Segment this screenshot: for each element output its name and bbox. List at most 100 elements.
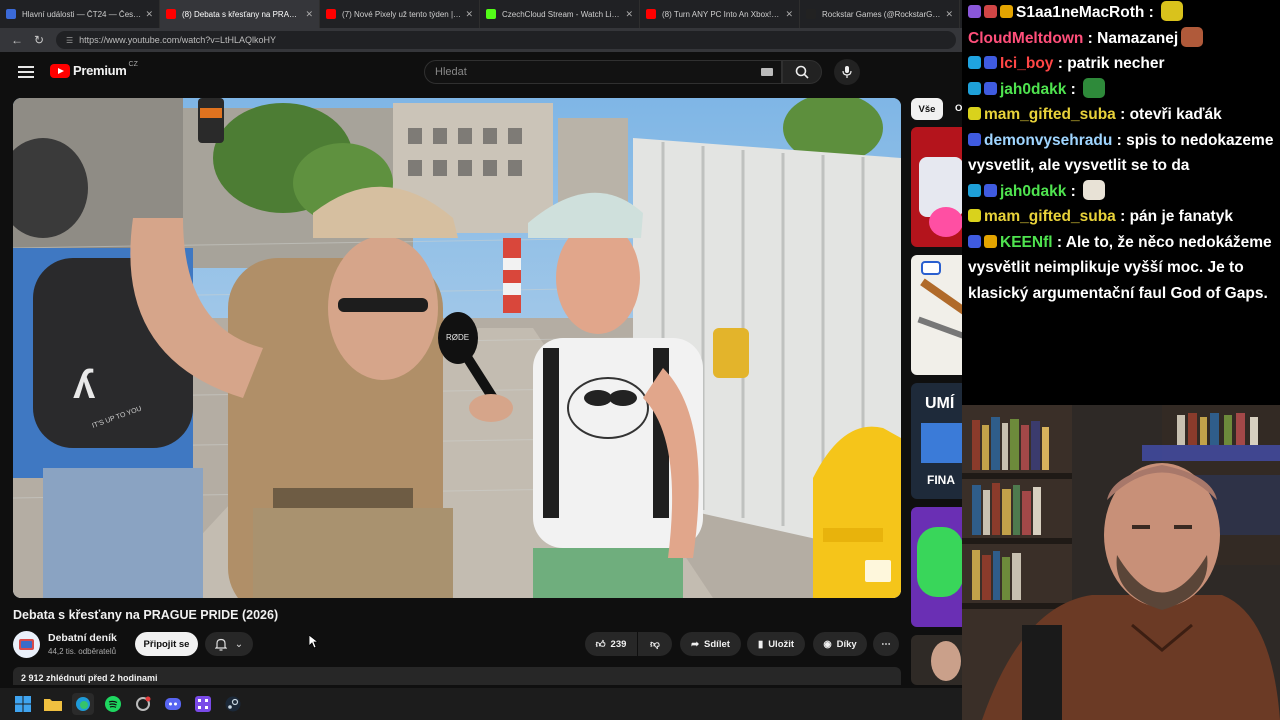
chat-username[interactable]: KEENfl (1000, 234, 1053, 251)
url-field[interactable]: ☰ https://www.youtube.com/watch?v=LtHLAQ… (56, 31, 956, 49)
steam-icon[interactable] (222, 693, 244, 715)
mic-brand-text: RØDE (446, 333, 469, 342)
chat-emote-icon (1083, 77, 1106, 98)
browser-tab[interactable]: (8) Turn ANY PC Into An Xbox! Hands-On ✕ (640, 0, 800, 28)
country-code: CZ (128, 61, 138, 68)
chat-username[interactable]: jah0dakk (1000, 183, 1066, 200)
browser-tab[interactable]: Rockstar Games (@RockstarGames) / X ✕ (800, 0, 960, 28)
chat-badge-icon (1000, 5, 1013, 18)
chat-badge-icon (968, 81, 981, 95)
chevron-down-icon: ⌄ (234, 638, 244, 650)
tab-close-icon[interactable]: ✕ (145, 9, 153, 20)
chat-message: mam_gifted_suba : otevři kaďák (968, 102, 1274, 128)
tab-close-icon[interactable]: ✕ (465, 9, 473, 20)
video-frame: ʎ IT'S UP TO YOU RØDE (13, 98, 901, 598)
chat-separator: : (1112, 131, 1127, 149)
chat-emote-icon (1181, 26, 1204, 47)
browser-tab[interactable]: Hlavní události — ČT24 — Česká televize✕ (0, 0, 160, 28)
search-button[interactable] (782, 60, 822, 84)
chat-badge-icon (968, 107, 981, 120)
keyboard-icon[interactable] (761, 68, 773, 76)
tab-favicon-icon (6, 9, 16, 19)
like-button[interactable]: 👍︎ 239 (585, 632, 637, 656)
save-button[interactable]: ▮ Uložit (747, 632, 805, 656)
chat-separator: : (1066, 182, 1081, 200)
site-info-icon[interactable]: ☰ (66, 36, 73, 45)
chat-username[interactable]: S1aa1neMacRoth (1016, 4, 1144, 21)
search-icon (795, 65, 809, 79)
tab-close-icon[interactable]: ✕ (305, 9, 313, 20)
tab-favicon-icon (486, 9, 496, 19)
thumbs-down-icon: 👎︎ (650, 639, 660, 650)
channel-avatar[interactable] (13, 631, 40, 658)
stream-chat: S1aa1neMacRoth : CloudMeltdown : Namazan… (962, 0, 1280, 405)
recommended-thumbnail[interactable] (911, 507, 962, 627)
browser-tab[interactable]: (7) Nové Pixely už tento týden | Mobil ✕ (320, 0, 480, 28)
file-explorer-icon[interactable] (42, 693, 64, 715)
video-player[interactable]: ʎ IT'S UP TO YOU RØDE (13, 98, 901, 598)
chat-text: patrik necher (1067, 55, 1165, 72)
chat-message: demonvysehradu : spis to nedokazeme vysv… (968, 128, 1274, 179)
chat-text: otevři kaďák (1129, 106, 1222, 123)
edge-browser-icon[interactable] (72, 693, 94, 715)
notifications-button[interactable]: ⌄ (205, 632, 253, 656)
chat-username[interactable]: demonvysehradu (984, 132, 1112, 149)
tab-close-icon[interactable]: ✕ (785, 9, 793, 20)
chip-next[interactable]: O (950, 98, 962, 120)
back-arrow-icon[interactable]: ← (6, 33, 28, 47)
chat-message: Ici_boy : patrik necher (968, 51, 1274, 77)
like-count: 239 (610, 638, 627, 650)
chat-username[interactable]: jah0dakk (1000, 81, 1066, 98)
views-and-date[interactable]: 2 912 zhlédnutí před 2 hodinami (13, 667, 901, 685)
chat-username[interactable]: CloudMeltdown (968, 30, 1083, 47)
browser-address-bar: ← ↻ ☰ https://www.youtube.com/watch?v=Lt… (0, 28, 962, 52)
tab-title: (8) Debata s křesťany na PRAGUE PRIDE (182, 9, 302, 19)
recommended-thumbnail[interactable] (911, 127, 962, 247)
app-grid-icon[interactable] (192, 693, 214, 715)
channel-name[interactable]: Debatní deník (48, 632, 117, 644)
menu-icon[interactable] (18, 64, 34, 80)
join-button[interactable]: Připojit se (135, 632, 198, 656)
windows-taskbar (0, 688, 962, 720)
chat-badge-icon (984, 81, 997, 95)
share-button[interactable]: ➦ Sdílet (680, 632, 741, 656)
bell-icon (214, 638, 227, 651)
search-input[interactable]: Hledat (424, 60, 782, 84)
reload-icon[interactable]: ↻ (28, 33, 50, 47)
thanks-icon: ◉ (823, 638, 832, 650)
discord-icon[interactable] (162, 693, 184, 715)
browser-tab[interactable]: CzechCloud Stream - Watch Live on Kick ✕ (480, 0, 640, 28)
chat-separator: : (1053, 55, 1068, 72)
chip-all[interactable]: Vše (911, 98, 943, 120)
chat-badge-icon (968, 132, 981, 146)
tab-title: CzechCloud Stream - Watch Live on Kick (502, 9, 621, 19)
windows-start-icon[interactable] (12, 693, 34, 715)
tab-favicon-icon (806, 9, 816, 19)
tab-close-icon[interactable]: ✕ (945, 9, 953, 20)
chat-username[interactable]: Ici_boy (1000, 55, 1053, 72)
thanks-label: Díky (836, 638, 857, 650)
tab-close-icon[interactable]: ✕ (625, 9, 633, 20)
share-icon: ➦ (691, 638, 700, 650)
tab-favicon-icon (646, 9, 656, 19)
chat-username[interactable]: mam_gifted_suba (984, 106, 1116, 123)
streamer-webcam (962, 405, 1280, 720)
subscriber-count: 44,2 tis. odběratelů (48, 647, 117, 656)
video-title: Debata s křesťany na PRAGUE PRIDE (2026) (13, 608, 279, 622)
dislike-button[interactable]: 👎︎ (638, 632, 672, 656)
recommended-thumbnail[interactable] (911, 255, 962, 375)
youtube-header: Premium CZ Hledat (0, 52, 962, 92)
chat-badge-icon (984, 183, 997, 197)
recommended-thumbnail[interactable]: UMÍ FINA (911, 383, 962, 499)
url-text: https://www.youtube.com/watch?v=LtHLAQlk… (79, 35, 277, 45)
youtube-logo[interactable]: Premium CZ (50, 61, 138, 78)
settings-app-icon[interactable] (132, 693, 154, 715)
spotify-icon[interactable] (102, 693, 124, 715)
thanks-button[interactable]: ◉ Díky (813, 632, 867, 656)
chat-username[interactable]: mam_gifted_suba (984, 208, 1116, 225)
browser-tab[interactable]: (8) Debata s křesťany na PRAGUE PRIDE✕ (160, 0, 320, 28)
chat-separator: : (1115, 106, 1130, 123)
voice-search-button[interactable] (834, 59, 860, 85)
more-actions-button[interactable]: ⋯ (873, 632, 899, 656)
recommended-thumbnail[interactable] (911, 635, 962, 685)
